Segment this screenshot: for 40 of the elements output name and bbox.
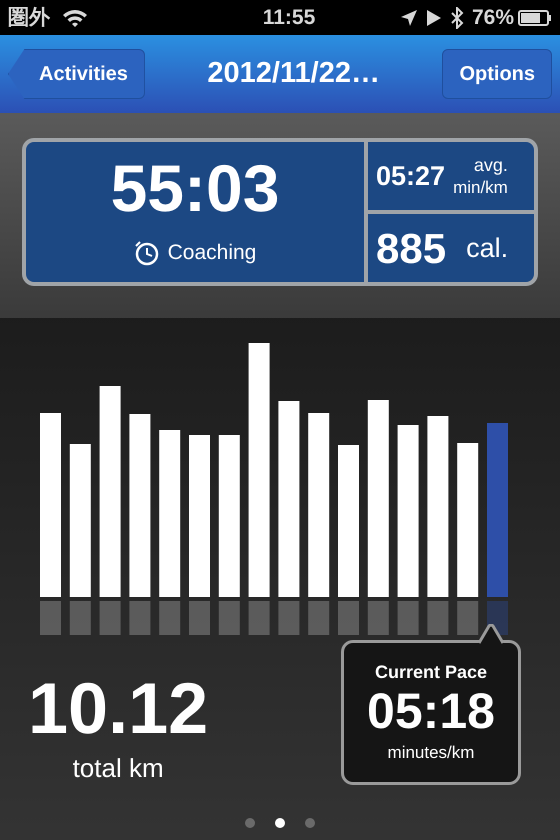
play-icon	[426, 8, 442, 26]
pace-unit-label: min/km	[453, 176, 508, 198]
duration-value: 55:03	[110, 155, 280, 222]
current-pace-value: 05:18	[367, 686, 495, 736]
bar-reflection	[487, 601, 508, 635]
current-pace-unit: minutes/km	[388, 742, 474, 764]
coaching-label: Coaching	[168, 240, 256, 266]
bar-reflection	[189, 601, 210, 635]
bar-reflection	[398, 601, 419, 635]
bar-reflection	[218, 601, 240, 635]
bluetooth-icon	[450, 6, 464, 28]
bar-reflection	[457, 601, 478, 635]
battery-icon	[518, 10, 552, 26]
options-button[interactable]: Options	[442, 49, 552, 99]
avg-label: avg.	[474, 154, 508, 177]
current-pace-title: Current Pace	[374, 661, 488, 684]
bar-reflection	[129, 601, 150, 635]
calories-unit: cal.	[466, 232, 508, 265]
alarm-clock-icon	[134, 240, 160, 266]
clock-text: 11:55	[262, 4, 316, 31]
location-arrow-icon	[400, 8, 418, 26]
back-button[interactable]: Activities	[8, 49, 145, 99]
bar-reflection	[248, 601, 270, 635]
nav-title: 2012/11/22…	[206, 56, 381, 92]
bar-reflection	[338, 601, 359, 635]
distance-value: 10.12	[28, 673, 208, 745]
carrier-text: 圏外	[8, 4, 50, 31]
bar-reflection	[159, 601, 180, 635]
battery-percent-text: 76%	[472, 4, 514, 31]
bar-reflection	[278, 601, 300, 635]
bar-reflection	[40, 601, 61, 635]
bar-reflection	[100, 601, 121, 635]
distance-unit: total km	[72, 752, 164, 785]
calories-value: 885	[376, 224, 446, 274]
wifi-icon	[62, 8, 88, 28]
bar-reflection	[70, 601, 91, 635]
avg-pace-value: 05:27	[376, 160, 446, 193]
bar-reflection	[308, 601, 330, 635]
bar-reflection	[368, 601, 389, 635]
bar-reflection	[427, 601, 448, 635]
